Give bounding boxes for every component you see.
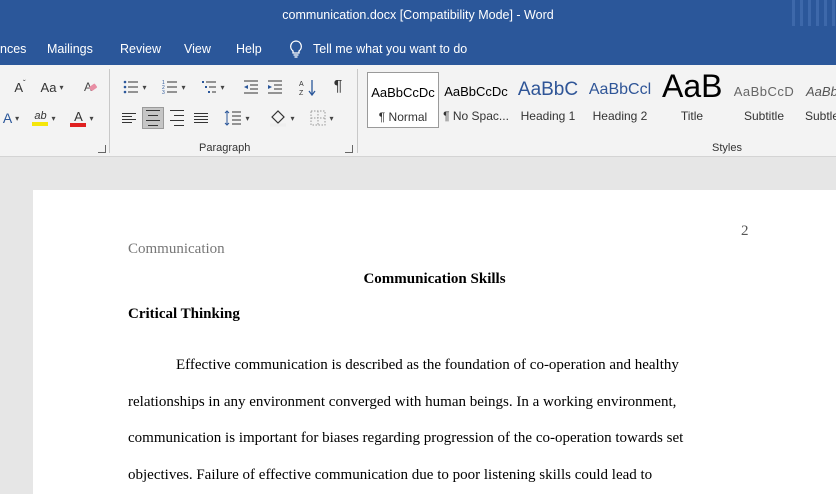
align-center-button[interactable] [142,107,164,129]
svg-text:Z: Z [299,90,304,96]
window-title: communication.docx [Compatibility Mode] … [282,8,554,22]
increase-indent-icon [268,80,282,94]
document-canvas: 2 Communication Communication Skills Cri… [0,157,836,494]
multilevel-list-icon [202,81,217,93]
paragraph-line: objectives. Failure of effective communi… [128,467,653,483]
align-right-icon [170,108,184,128]
paragraph-group-label: Paragraph [199,142,251,154]
document-title: Communication Skills [363,271,506,287]
styles-group-label: Styles [712,142,742,154]
running-head: Communication [128,241,225,257]
document-page[interactable]: 2 Communication Communication Skills Cri… [33,190,836,494]
group-separator [109,69,110,153]
title-bar-pattern [788,0,836,34]
shading-button[interactable]: ▾ [264,107,300,129]
multilevel-list-button[interactable]: ▾ [196,77,230,97]
sort-icon: A Z [299,80,316,96]
style-title[interactable]: AaB Title [656,72,728,128]
text-effects-icon: A [2,110,13,126]
borders-icon [310,110,326,126]
section-heading: Critical Thinking [128,306,240,322]
highlight-color-bar [32,122,49,126]
align-left-icon [122,111,136,125]
paragraph-line: relationships in any environment converg… [128,394,677,410]
clear-formatting-button[interactable]: A [80,77,102,97]
title-bar: communication.docx [Compatibility Mode] … [0,0,836,34]
tab-help[interactable]: Help [236,42,262,56]
paint-bucket-icon [270,110,287,127]
tab-mailings[interactable]: Mailings [47,42,93,56]
tab-view[interactable]: View [184,42,211,56]
page-number: 2 [741,223,749,239]
font-color-button[interactable]: A ▾ [64,107,100,129]
highlight-button[interactable]: ab ▾ [26,107,62,129]
numbered-list-icon: 1 2 3 [162,80,178,94]
increase-indent-button[interactable] [264,77,286,97]
style-heading-1[interactable]: AaBbC Heading 1 [512,72,584,128]
align-center-icon [146,108,160,128]
svg-text:A: A [299,81,304,88]
ribbon-tab-bar: nces Mailings Review View Help Tell me w… [0,34,836,65]
font-color-bar [70,122,87,127]
style-subtitle[interactable]: AaBbCcD Subtitle [728,72,800,128]
line-spacing-button[interactable]: ▾ [220,107,254,129]
pilcrow-icon: ¶ [333,78,343,95]
show-hide-marks-button[interactable]: ¶ [326,75,350,99]
paragraph-dialog-launcher[interactable] [345,145,353,153]
group-separator [357,69,358,153]
eraser-icon: A [84,80,98,94]
tab-references[interactable]: nces [0,42,26,56]
font-shrink-icon: A [14,79,23,95]
line-spacing-icon [225,110,242,126]
bullets-button[interactable]: ▾ [118,77,152,97]
justify-button[interactable] [190,107,212,129]
svg-text:3: 3 [162,90,165,94]
text-effects-button[interactable]: A ▾ [0,107,22,129]
change-case-icon: Aa [40,79,57,95]
font-color-icon: A [74,108,83,124]
style-no-spacing[interactable]: AaBbCcDc ¶ No Spac... [440,72,512,128]
style-subtle-emphasis[interactable]: AaBb Subtle [800,72,836,128]
numbering-button[interactable]: 1 2 3 ▾ [156,77,192,97]
change-case-button[interactable]: Aa ▾ [36,77,68,97]
borders-button[interactable]: ▾ [304,107,340,129]
tell-me-box[interactable]: Tell me what you want to do [289,40,467,58]
decrease-indent-button[interactable] [240,77,262,97]
highlighter-icon: ab [34,110,47,122]
style-normal[interactable]: AaBbCcDc ¶ Normal [367,72,439,128]
tell-me-text: Tell me what you want to do [313,42,468,56]
font-dialog-launcher[interactable] [98,145,106,153]
sort-button[interactable]: A Z [296,75,320,99]
tab-review[interactable]: Review [120,42,161,56]
paragraph-line: Effective communication is described as … [176,357,679,373]
paragraph-line: communication is important for biases re… [128,430,684,446]
align-left-button[interactable] [118,107,140,129]
decrease-indent-icon [244,80,258,94]
justify-icon [194,111,208,125]
bullet-list-icon [124,80,139,94]
ribbon: Aˇ Aa ▾ A A ▾ ab ▾ A ▾ ▾ 1 2 3 ▾ ▾ A Z ¶… [0,65,836,157]
superscript-button[interactable]: Aˇ [8,77,32,97]
align-right-button[interactable] [166,107,188,129]
lightbulb-icon [290,40,302,58]
style-heading-2[interactable]: AaBbCcl Heading 2 [584,72,656,128]
